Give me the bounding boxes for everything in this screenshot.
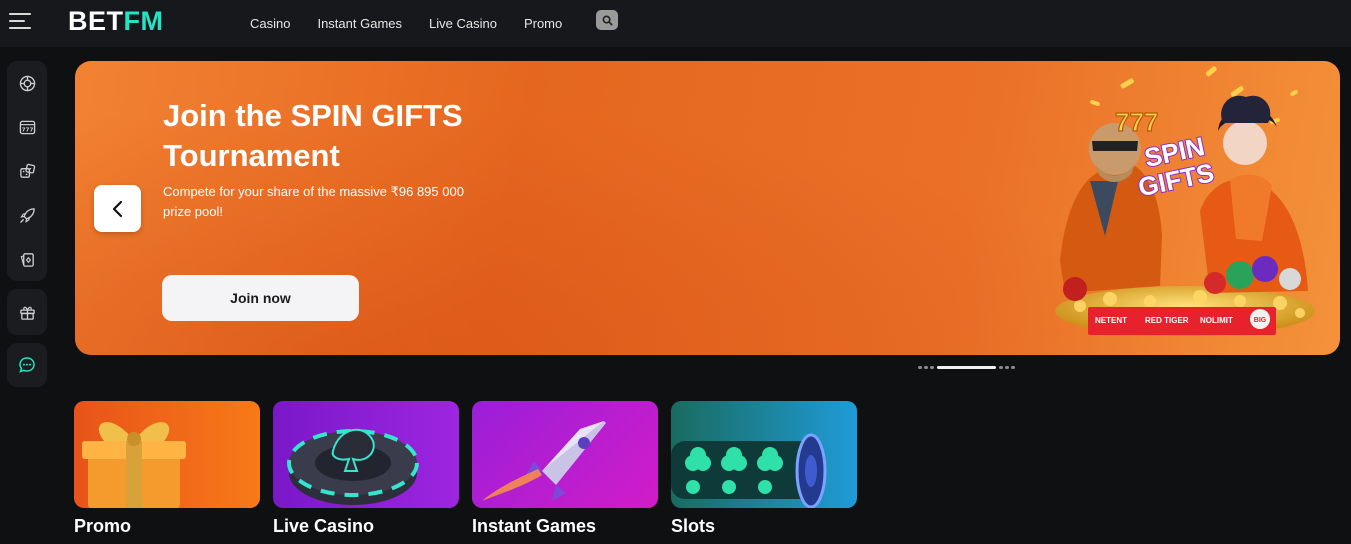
category-label: Instant Games <box>472 516 597 536</box>
category-label: Slots <box>671 516 716 536</box>
casino-chip-icon <box>19 75 35 91</box>
slots-thumbnail <box>671 401 857 508</box>
main-nav: Casino Instant Games Live Casino Promo <box>250 0 589 47</box>
carousel-prev-button[interactable] <box>94 185 141 232</box>
sidebar-promo-group <box>7 289 47 335</box>
carousel-dot-active[interactable] <box>937 365 996 369</box>
brand-logo[interactable]: BETFM <box>68 6 163 36</box>
svg-text:RED TIGER: RED TIGER <box>1145 316 1189 325</box>
sidebar-item-chat[interactable] <box>7 343 47 387</box>
live-casino-thumbnail <box>273 401 459 508</box>
svg-text:NETENT: NETENT <box>1095 316 1127 325</box>
category-slots[interactable]: Slots <box>671 401 857 536</box>
dice-icon <box>19 163 35 178</box>
promo-thumbnail <box>74 401 260 508</box>
join-now-button[interactable]: Join now <box>162 275 359 321</box>
nav-live-casino[interactable]: Live Casino <box>429 16 497 31</box>
sidebar-support-group <box>7 343 47 387</box>
search-icon <box>602 15 612 25</box>
category-instant-games[interactable]: Instant Games <box>472 401 658 536</box>
rocket-icon <box>19 207 35 223</box>
nav-promo[interactable]: Promo <box>524 16 562 31</box>
gift-icon <box>19 306 35 320</box>
sidebar-games-group: 777 <box>7 61 47 281</box>
category-promo[interactable]: Promo <box>74 401 260 536</box>
carousel-dot[interactable] <box>918 365 922 369</box>
carousel-dot[interactable] <box>930 365 934 369</box>
gift-box-art <box>82 422 186 508</box>
chevron-left-icon <box>112 200 122 217</box>
sidebar-item-slots[interactable]: 777 <box>7 105 47 149</box>
sidebar-item-instant-games[interactable] <box>7 193 47 237</box>
rocket-art <box>482 421 606 501</box>
svg-text:NOLIMIT: NOLIMIT <box>1200 316 1233 325</box>
carousel-dot[interactable] <box>924 365 928 369</box>
search-button[interactable] <box>596 10 618 30</box>
slot-reels-art <box>671 433 827 508</box>
banner-subtitle: Compete for your share of the massive ₹9… <box>163 184 464 219</box>
menu-icon[interactable] <box>9 11 33 31</box>
casino-chip-art <box>287 428 419 505</box>
sidebar: 777 <box>7 61 47 395</box>
instant-games-thumbnail <box>472 401 658 508</box>
category-tiles: Promo Live Casino Instant Games Slots <box>74 401 870 536</box>
carousel-dots <box>918 365 1017 369</box>
nav-instant-games[interactable]: Instant Games <box>317 16 402 31</box>
sidebar-item-casino[interactable] <box>7 61 47 105</box>
svg-text:777: 777 <box>1115 107 1158 137</box>
slot-777-icon: 777 <box>19 120 35 134</box>
sidebar-item-promo[interactable] <box>7 289 47 335</box>
spin-gifts-artwork: 777 SPIN GIFTS NETENT RED TIGER NOLIMIT … <box>1055 66 1315 336</box>
hero-banner[interactable]: Join the SPIN GIFTS Tournament Compete f… <box>75 61 1340 355</box>
category-label: Live Casino <box>273 516 375 536</box>
chat-icon <box>19 357 35 373</box>
svg-text:777: 777 <box>21 127 33 133</box>
carousel-dot[interactable] <box>1011 365 1015 369</box>
cards-icon <box>20 252 34 267</box>
nav-casino[interactable]: Casino <box>250 16 290 31</box>
top-bar: BETFM Casino Instant Games Live Casino P… <box>0 0 1351 47</box>
svg-text:BIG: BIG <box>1254 317 1267 324</box>
carousel-dot[interactable] <box>999 365 1003 369</box>
carousel-dot[interactable] <box>1005 365 1009 369</box>
category-label: Promo <box>74 516 132 536</box>
sidebar-item-games[interactable] <box>7 149 47 193</box>
category-live-casino[interactable]: Live Casino <box>273 401 459 536</box>
sidebar-item-table-games[interactable] <box>7 237 47 281</box>
banner-title: Join the SPIN GIFTS Tournament <box>163 98 463 173</box>
